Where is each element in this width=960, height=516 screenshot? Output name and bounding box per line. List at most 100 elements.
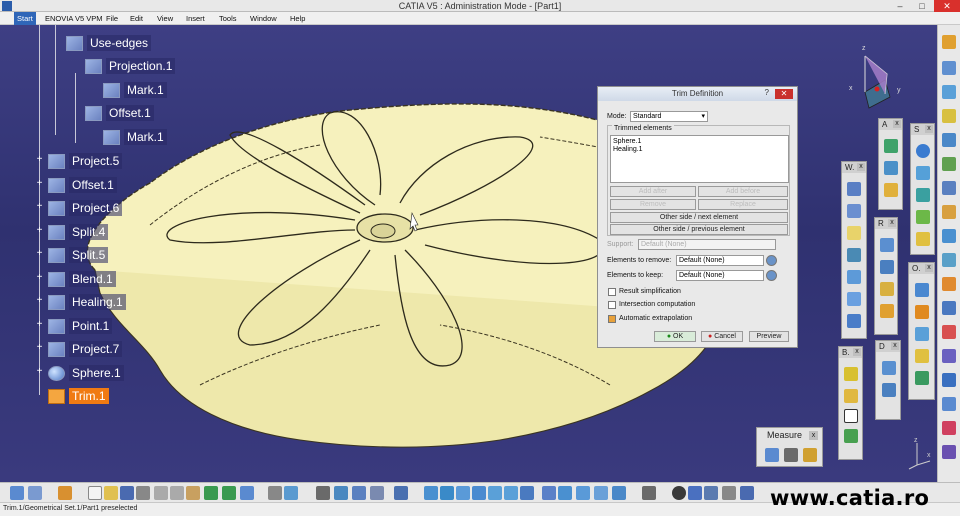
tree-node-offset-1b[interactable]: Offset.1	[48, 176, 117, 194]
tree-node-offset-1[interactable]: Offset.1	[85, 104, 154, 122]
help-button[interactable]: ?	[765, 88, 769, 97]
trimmed-elements-list[interactable]: Sphere.1 Healing.1	[610, 135, 789, 183]
formula-icon[interactable]	[268, 486, 282, 500]
intersection-computation-checkbox[interactable]	[608, 301, 616, 309]
expand-toggle[interactable]: +	[35, 343, 44, 353]
tool-icon[interactable]	[642, 486, 656, 500]
projection-tool-icon[interactable]	[847, 248, 861, 262]
menu-window[interactable]: Window	[250, 12, 277, 25]
tool-icon[interactable]	[942, 301, 956, 315]
tool-icon[interactable]	[942, 181, 956, 195]
menu-tools[interactable]: Tools	[219, 12, 237, 25]
cylinder-tool-icon[interactable]	[916, 166, 930, 180]
tool-icon[interactable]	[942, 253, 956, 267]
tool-icon[interactable]	[942, 397, 956, 411]
open-icon[interactable]	[104, 486, 118, 500]
sketch-tool-icon[interactable]	[942, 61, 956, 75]
automatic-extrapolation-checkbox[interactable]	[608, 315, 616, 323]
add-before-button[interactable]: Add before	[698, 186, 788, 197]
support-field[interactable]: Default (None)	[638, 239, 776, 250]
tool-icon[interactable]	[942, 277, 956, 291]
extract-tool-icon[interactable]	[844, 389, 858, 403]
menu-help[interactable]: Help	[290, 12, 305, 25]
tool-icon[interactable]	[352, 486, 366, 500]
tree-node-split-4[interactable]: Split.4	[48, 223, 109, 241]
other-side-next-button[interactable]: Other side / next element	[610, 212, 788, 223]
print-icon[interactable]	[136, 486, 150, 500]
replace-button[interactable]: Replace	[698, 199, 788, 210]
zoom-out-icon[interactable]	[504, 486, 518, 500]
tree-node-projection-1[interactable]: Projection.1	[85, 57, 176, 75]
point-tool-icon[interactable]	[847, 182, 861, 196]
tool-icon[interactable]	[942, 325, 956, 339]
whats-this-icon[interactable]	[240, 486, 254, 500]
toolbox-close-button[interactable]: x	[893, 120, 901, 128]
develop-tool-icon[interactable]	[882, 361, 896, 375]
tree-node-healing-1[interactable]: Healing.1	[48, 293, 126, 311]
toolbox-header[interactable]: O. x	[909, 263, 934, 274]
tool-icon[interactable]	[942, 109, 956, 123]
tool-icon[interactable]	[370, 486, 384, 500]
tool-icon[interactable]	[942, 205, 956, 219]
menu-edit[interactable]: Edit	[130, 12, 143, 25]
toolbox-header[interactable]: Ax	[879, 119, 902, 130]
view-icon[interactable]	[542, 486, 556, 500]
paste-icon[interactable]	[186, 486, 200, 500]
tree-node-point-1[interactable]: Point.1	[48, 317, 113, 335]
preview-button[interactable]: Preview	[749, 331, 789, 342]
toolbox-header[interactable]: W. x	[842, 162, 866, 173]
select-icon[interactable]	[10, 486, 24, 500]
elements-to-remove-field[interactable]: Default (None)	[676, 255, 764, 266]
normal-view-icon[interactable]	[520, 486, 534, 500]
dialog-titlebar[interactable]: Trim Definition ? ✕	[598, 87, 797, 101]
other-side-previous-button[interactable]: Other side / previous element	[610, 224, 788, 235]
tree-node-blend-1[interactable]: Blend.1	[48, 270, 116, 288]
new-icon[interactable]	[88, 486, 102, 500]
tool-icon[interactable]	[722, 486, 736, 500]
render-style-icon[interactable]	[594, 486, 608, 500]
redo-icon[interactable]	[222, 486, 236, 500]
hide-show-icon[interactable]	[612, 486, 626, 500]
extrude-tool-icon[interactable]	[884, 139, 898, 153]
tree-node-mark-1[interactable]: Mark.1	[103, 81, 167, 99]
expand-toggle[interactable]: +	[35, 320, 44, 330]
pan-icon[interactable]	[456, 486, 470, 500]
trim-tool-icon[interactable]	[880, 304, 894, 318]
wrap-tool-icon[interactable]	[882, 383, 896, 397]
menu-start[interactable]: Start	[14, 12, 36, 25]
tool-icon[interactable]	[740, 486, 754, 500]
symmetry-tool-icon[interactable]	[915, 327, 929, 341]
tool-icon[interactable]	[942, 157, 956, 171]
toolbox-header[interactable]: B. x	[839, 347, 862, 358]
list-item[interactable]: Healing.1	[613, 146, 786, 154]
tool-icon[interactable]	[672, 486, 686, 500]
fill-tool-icon[interactable]	[916, 210, 930, 224]
toolbox-close-button[interactable]: x	[857, 163, 865, 171]
toolbox-header[interactable]: Rx	[875, 218, 897, 229]
menu-enovia[interactable]: ENOVIA V5 VPM	[45, 12, 103, 25]
expand-toggle[interactable]: +	[35, 226, 44, 236]
undo-icon[interactable]	[204, 486, 218, 500]
expand-toggle[interactable]: +	[35, 367, 44, 377]
translate-tool-icon[interactable]	[915, 283, 929, 297]
comment-icon[interactable]	[284, 486, 298, 500]
tree-node-project-6[interactable]: Project.6	[48, 199, 123, 217]
fly-icon[interactable]	[424, 486, 438, 500]
add-after-button[interactable]: Add after	[610, 186, 696, 197]
fit-all-icon[interactable]	[440, 486, 454, 500]
toolbox-close-button[interactable]: x	[888, 219, 896, 227]
tree-node-sphere-1[interactable]: Sphere.1	[48, 364, 124, 382]
tree-node-mark-1b[interactable]: Mark.1	[103, 128, 167, 146]
sweep-tool-icon[interactable]	[884, 183, 898, 197]
tool-icon[interactable]	[942, 445, 956, 459]
healing-tool-icon[interactable]	[880, 260, 894, 274]
scaling-tool-icon[interactable]	[915, 349, 929, 363]
remove-picker-icon[interactable]	[766, 255, 777, 266]
tool-icon[interactable]	[942, 421, 956, 435]
tool-icon[interactable]	[942, 349, 956, 363]
measure-header[interactable]: Measure x	[757, 428, 822, 442]
tool-icon[interactable]	[942, 85, 956, 99]
plane-tool-icon[interactable]	[847, 226, 861, 240]
offset-tool-icon[interactable]	[916, 188, 930, 202]
tree-node-trim-1[interactable]: Trim.1	[48, 387, 109, 405]
